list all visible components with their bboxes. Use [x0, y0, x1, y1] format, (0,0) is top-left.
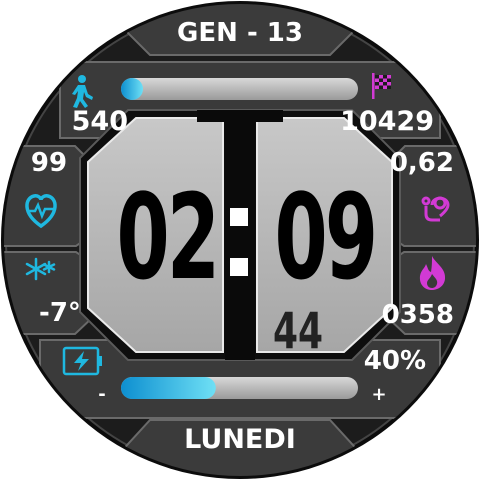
battery-bar-fill — [121, 377, 216, 399]
calories-value: 0358 — [381, 300, 454, 330]
steps-bar-track — [121, 78, 358, 100]
battery-percent: 40% — [363, 346, 426, 376]
time-seconds: 44 — [272, 302, 324, 360]
steps-current: 540 — [71, 106, 128, 137]
battery-minus-label: - — [98, 384, 106, 405]
battery-plus-label: + — [371, 384, 387, 405]
center-divider — [225, 110, 255, 360]
time-hours: 02 — [116, 168, 220, 306]
steps-bar-fill — [121, 78, 143, 100]
time-minutes: 09 — [274, 168, 378, 306]
day-of-week: LUNEDI — [184, 424, 296, 455]
watch-title: GEN - 13 — [177, 18, 303, 48]
watch-face — [1, 1, 479, 479]
steps-goal: 10429 — [340, 106, 434, 137]
colon-dot-top — [230, 208, 248, 226]
divider-cap — [197, 110, 283, 122]
colon-dot-bottom — [230, 258, 248, 276]
temperature-value: -7° — [39, 298, 81, 328]
distance-value: 0,62 — [389, 148, 454, 178]
heart-rate-value: 99 — [30, 148, 68, 178]
